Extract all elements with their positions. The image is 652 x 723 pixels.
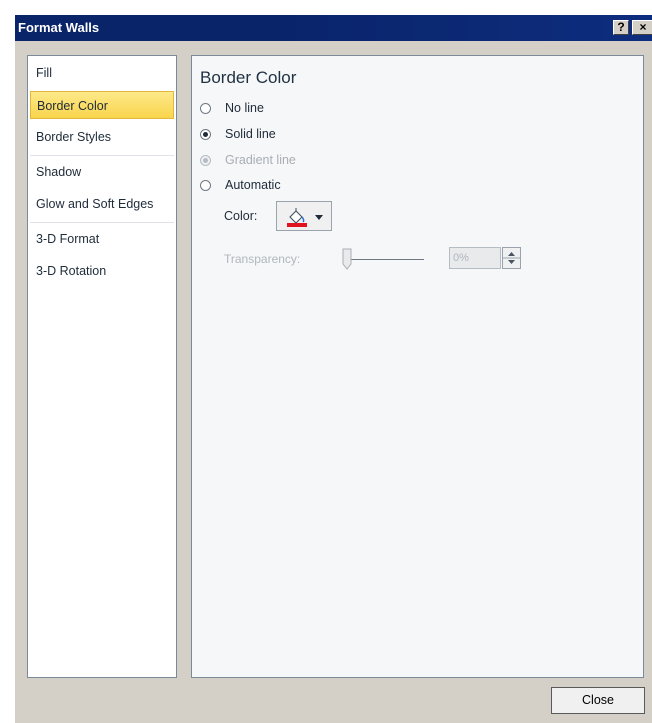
nav-item-label: Fill — [36, 66, 52, 80]
radio-gradient-line — [200, 154, 211, 166]
radio-label: Gradient line — [225, 153, 296, 167]
gradient-line-option: Gradient line — [200, 151, 296, 169]
close-window-button[interactable]: × — [632, 20, 652, 35]
color-picker-button[interactable] — [276, 201, 332, 231]
nav-item-glow-soft-edges[interactable]: Glow and Soft Edges — [30, 190, 174, 218]
border-color-panel: Border Color No line Solid line Gradient… — [191, 55, 644, 678]
radio-selected-dot — [203, 131, 208, 137]
radio-no-line[interactable] — [200, 102, 211, 114]
paint-bucket-icon — [287, 208, 323, 227]
no-line-option[interactable]: No line — [200, 99, 264, 117]
transparency-label: Transparency: — [224, 252, 301, 266]
section-title: Border Color — [200, 68, 297, 87]
automatic-option[interactable]: Automatic — [200, 176, 281, 194]
category-list: Fill Border Color Border Styles Shadow G… — [27, 55, 177, 678]
radio-label: No line — [225, 101, 264, 115]
transparency-slider-thumb — [342, 248, 352, 270]
transparency-spinner — [502, 247, 521, 269]
close-button[interactable]: Close — [551, 687, 645, 714]
solid-line-option[interactable]: Solid line — [200, 125, 276, 143]
nav-item-label: Glow and Soft Edges — [36, 197, 154, 211]
nav-item-border-styles[interactable]: Border Styles — [30, 123, 174, 151]
radio-label: Automatic — [225, 178, 281, 192]
nav-item-border-color[interactable]: Border Color — [30, 91, 174, 119]
transparency-input: 0% — [449, 247, 501, 269]
current-color-swatch — [287, 223, 307, 227]
transparency-slider-track — [348, 259, 424, 260]
nav-item-3d-rotation[interactable]: 3-D Rotation — [30, 257, 174, 285]
nav-item-label: Border Color — [37, 99, 108, 113]
nav-item-shadow[interactable]: Shadow — [30, 158, 174, 186]
help-button[interactable]: ? — [613, 20, 629, 35]
title-bar[interactable]: Format Walls ? × — [15, 15, 652, 41]
spinner-arrows-icon — [503, 252, 520, 264]
nav-item-label: Shadow — [36, 165, 82, 179]
radio-disabled-dot — [203, 157, 208, 163]
radio-label: Solid line — [225, 127, 276, 141]
nav-divider — [30, 155, 174, 156]
color-label: Color: — [224, 209, 258, 223]
nav-item-label: 3-D Rotation — [36, 264, 107, 278]
radio-automatic[interactable] — [200, 179, 211, 191]
radio-solid-line[interactable] — [200, 128, 211, 140]
chevron-down-icon — [315, 215, 323, 220]
nav-item-label: Border Styles — [36, 130, 112, 144]
window-title: Format Walls — [18, 20, 100, 35]
nav-item-fill[interactable]: Fill — [30, 59, 174, 87]
format-walls-dialog: Format Walls ? × Fill Border Color Borde… — [14, 14, 652, 723]
nav-divider — [30, 222, 174, 223]
nav-item-label: 3-D Format — [36, 232, 100, 246]
nav-item-3d-format[interactable]: 3-D Format — [30, 225, 174, 253]
